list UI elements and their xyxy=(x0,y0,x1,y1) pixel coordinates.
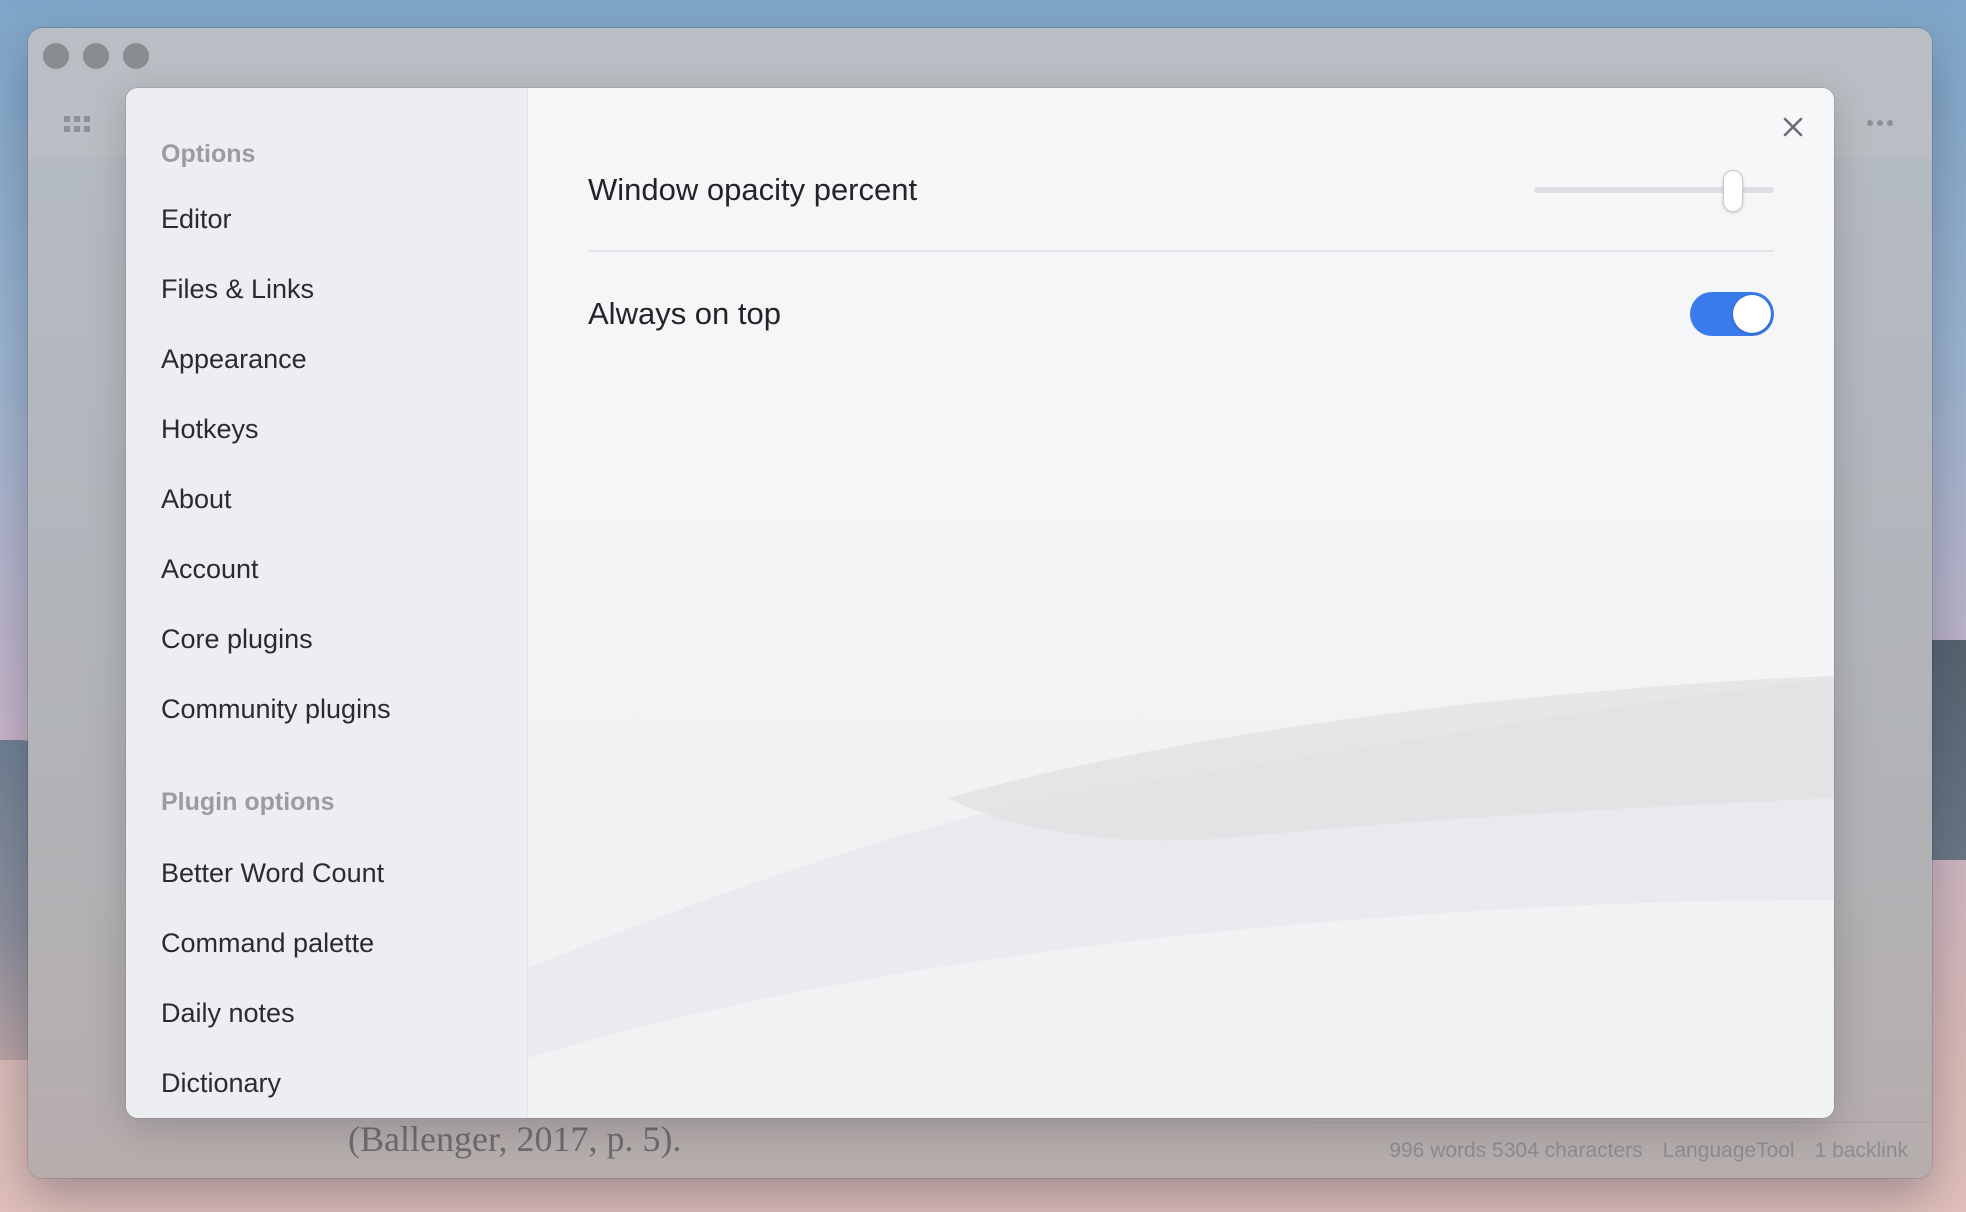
sidebar-item-community-plugins[interactable]: Community plugins xyxy=(161,674,527,744)
setting-window-opacity: Window opacity percent xyxy=(588,130,1774,252)
options-heading: Options xyxy=(161,140,256,168)
close-window-button[interactable] xyxy=(43,43,69,69)
always-on-top-toggle[interactable] xyxy=(1690,292,1774,336)
sidebar-item-editor[interactable]: Editor xyxy=(161,184,527,254)
sidebar-item-account[interactable]: Account xyxy=(161,534,527,604)
sidebar-item-files-links[interactable]: Files & Links xyxy=(161,254,527,324)
zoom-window-button[interactable] xyxy=(123,43,149,69)
sidebar-item-dictionary[interactable]: Dictionary xyxy=(161,1048,527,1118)
sidebar-item-daily-notes[interactable]: Daily notes xyxy=(161,978,527,1048)
status-bar: 996 words 5304 characters LanguageTool 1… xyxy=(1312,1122,1932,1178)
close-icon[interactable] xyxy=(1776,110,1810,144)
toggle-knob xyxy=(1733,295,1771,333)
sidebar-item-hotkeys[interactable]: Hotkeys xyxy=(161,394,527,464)
minimize-window-button[interactable] xyxy=(83,43,109,69)
sidebar-item-command-palette[interactable]: Command palette xyxy=(161,908,527,978)
window-controls xyxy=(43,43,149,69)
document-text-fragment: (Ballenger, 2017, p. 5). xyxy=(348,1119,682,1159)
settings-content: Window opacity percent Always on top xyxy=(528,88,1834,1118)
background-dune-image xyxy=(528,676,1834,1118)
language-tool-status[interactable]: LanguageTool xyxy=(1663,1139,1795,1163)
slider-thumb[interactable] xyxy=(1723,170,1744,212)
sidebar-item-appearance[interactable]: Appearance xyxy=(161,324,527,394)
settings-modal: Options Editor Files & Links Appearance … xyxy=(126,88,1834,1118)
always-on-top-label: Always on top xyxy=(588,296,781,331)
more-horizontal-icon[interactable] xyxy=(1866,114,1894,132)
settings-sidebar: Options Editor Files & Links Appearance … xyxy=(126,88,528,1118)
window-opacity-label: Window opacity percent xyxy=(588,172,918,207)
grid-icon[interactable] xyxy=(64,116,90,134)
word-count-status[interactable]: 996 words 5304 characters xyxy=(1389,1139,1642,1163)
setting-always-on-top: Always on top xyxy=(588,254,1774,374)
sidebar-item-about[interactable]: About xyxy=(161,464,527,534)
sidebar-item-core-plugins[interactable]: Core plugins xyxy=(161,604,527,674)
window-opacity-slider[interactable] xyxy=(1534,168,1774,212)
backlink-status[interactable]: 1 backlink xyxy=(1815,1139,1908,1163)
plugin-options-heading: Plugin options xyxy=(161,788,335,816)
sidebar-item-better-word-count[interactable]: Better Word Count xyxy=(161,838,527,908)
desktop-wallpaper-tree xyxy=(1926,640,1966,860)
